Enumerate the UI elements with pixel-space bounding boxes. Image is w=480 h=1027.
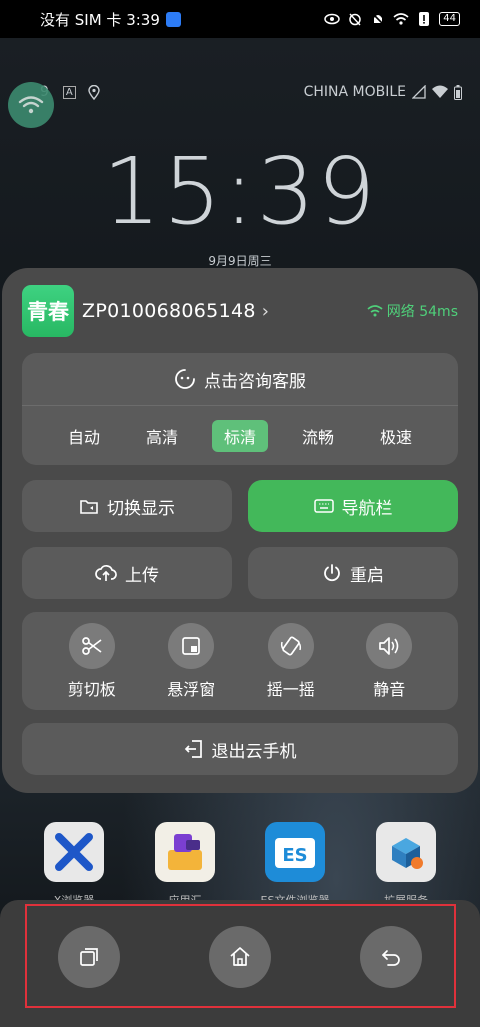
floating-window-tool[interactable]: 悬浮窗 [167,622,216,700]
speaker-icon [366,622,413,669]
lockscreen-date: 9月9日周三 [208,254,272,268]
clipboard-tool[interactable]: 剪切板 [67,622,116,700]
quality-fast[interactable]: 极速 [368,420,424,452]
network-status: 网络 54ms [367,301,458,321]
battery-icon: 44 [439,12,460,26]
chevron-right-icon[interactable]: › [262,301,269,322]
lockscreen-clock: 15:39 [102,138,378,245]
status-bar: 没有 SIM 卡 3:39 44 [0,0,480,38]
app-store-icon[interactable] [155,822,215,882]
upload-button[interactable]: 上传 [22,547,232,599]
quality-hd[interactable]: 高清 [134,420,190,452]
exit-cloud-phone-button[interactable]: 退出云手机 [22,723,458,775]
carrier-time: 没有 SIM 卡 3:39 [40,10,160,29]
signal-icon [412,85,426,99]
mute-label: 静音 [373,679,406,699]
keyboard-icon [313,499,334,513]
quality-auto[interactable]: 自动 [56,420,112,452]
navbar-highlight-box [25,904,456,1008]
app-logo: 青春 [22,285,74,337]
switch-display-button[interactable]: 切换显示 [22,480,232,532]
quality-selector: 自动 高清 标清 流畅 极速 [22,406,458,465]
keyboard-a-icon: A [62,85,76,99]
wifi-icon [393,13,409,25]
remote-carrier: CHINA MOBILE [303,84,406,100]
mute-tool[interactable]: 静音 [366,622,413,700]
app-notification-icon [165,11,181,27]
restart-label: 重启 [350,565,384,586]
customer-service-button[interactable]: 点击咨询客服 [22,353,458,406]
cloud-upload-icon [95,565,117,581]
scissors-icon [68,622,115,669]
device-id-link[interactable]: ZP010068065148 [82,300,256,322]
exit-label: 退出云手机 [211,741,297,762]
floating-wifi-button[interactable] [8,82,54,128]
location-icon [88,84,100,100]
eye-icon [324,13,341,25]
floating-window-label: 悬浮窗 [167,679,216,699]
remote-battery-icon [454,84,462,100]
customer-service-icon [175,369,195,389]
switch-display-label: 切换显示 [107,498,175,519]
shake-label: 摇一摇 [266,679,315,699]
quality-sd[interactable]: 标清 [211,419,268,452]
shake-phone-icon [267,622,314,669]
svg-text:ES: ES [282,845,307,866]
alarm-icon [349,13,362,26]
floating-window-icon [168,622,215,669]
quality-smooth[interactable]: 流畅 [290,420,346,452]
upload-label: 上传 [125,565,159,586]
remote-status-bar: 9 A CHINA MOBILE [0,80,480,104]
es-file-explorer-icon[interactable]: ES [265,822,325,882]
mute-bell-icon [371,12,385,26]
navbar-label: 导航栏 [341,498,393,519]
control-panel: 青春 ZP010068065148 › 网络 54ms 点击咨询客服 自动 高清… [2,268,478,793]
alert-icon [419,12,430,26]
x-browser-app-icon[interactable] [44,822,104,882]
wifi-icon [367,305,383,317]
remote-wifi-icon [432,85,448,98]
network-latency: 网络 54ms [386,304,458,320]
wifi-icon [18,96,44,114]
tools-card: 剪切板 悬浮窗 摇一摇 静音 [22,612,458,710]
switch-display-icon [80,500,98,514]
power-icon [324,564,340,582]
navbar-toggle-button[interactable]: 导航栏 [248,480,458,532]
service-card: 点击咨询客服 自动 高清 标清 流畅 极速 [22,353,458,465]
extension-service-icon[interactable] [376,822,436,882]
clipboard-label: 剪切板 [67,679,116,699]
customer-service-label: 点击咨询客服 [204,371,306,392]
exit-icon [184,740,202,758]
panel-header: 青春 ZP010068065148 › 网络 54ms [22,284,458,338]
restart-button[interactable]: 重启 [248,547,458,599]
shake-tool[interactable]: 摇一摇 [266,622,315,700]
home-app-row: X浏览器 应用汇 ES ES文件浏览器 扩展服务 [0,822,480,907]
